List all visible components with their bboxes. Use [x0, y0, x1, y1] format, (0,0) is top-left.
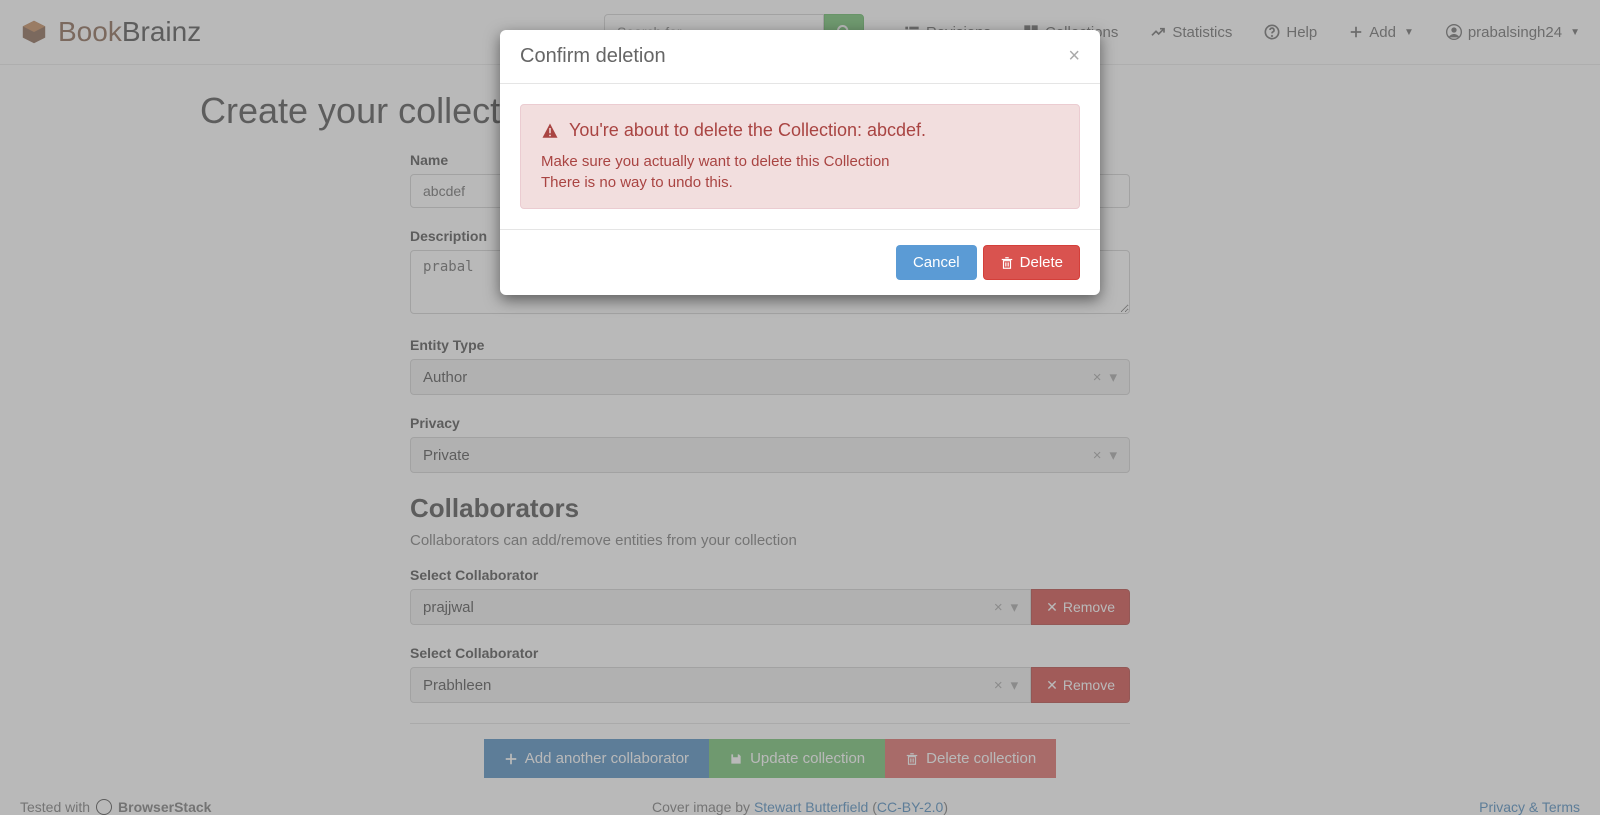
warning-line2: There is no way to undo this. [541, 172, 1059, 193]
delete-label: Delete [1020, 254, 1063, 271]
modal-title: Confirm deletion [520, 45, 666, 68]
close-icon: × [1068, 45, 1080, 67]
confirm-deletion-modal: Confirm deletion × You're about to delet… [500, 30, 1100, 295]
trash-icon [1000, 256, 1014, 270]
warning-icon [541, 122, 559, 140]
warning-heading: You're about to delete the Collection: a… [569, 120, 926, 141]
delete-warning-alert: You're about to delete the Collection: a… [520, 104, 1080, 209]
cancel-label: Cancel [913, 254, 960, 271]
warning-line1: Make sure you actually want to delete th… [541, 151, 1059, 172]
modal-close-button[interactable]: × [1068, 45, 1080, 68]
cancel-button[interactable]: Cancel [896, 245, 977, 280]
confirm-delete-button[interactable]: Delete [983, 245, 1080, 280]
